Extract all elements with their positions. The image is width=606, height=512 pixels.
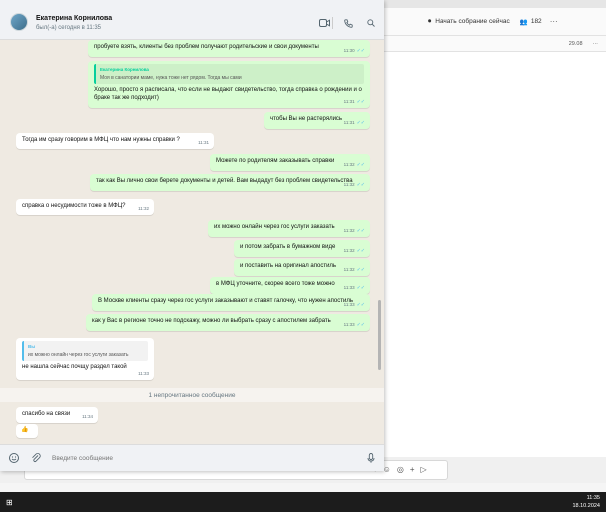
participants-button[interactable]: 👥 182: [520, 18, 542, 26]
search-icon: [367, 19, 375, 27]
message-outgoing[interactable]: В Москве клиенты сразу через гос услуги …: [92, 294, 370, 311]
plus-icon[interactable]: +: [410, 465, 415, 474]
avatar[interactable]: [10, 13, 28, 31]
contact-name[interactable]: Екатерина Корнилова: [36, 15, 112, 22]
background-titlebar: [384, 0, 606, 8]
message-outgoing[interactable]: пробуете взять, клиенты без проблем полу…: [88, 40, 370, 57]
message-meta: 11:33 ✓✓: [343, 285, 365, 291]
message-outgoing[interactable]: в МФЦ уточните, скорее всего тоже можно …: [210, 277, 370, 294]
people-icon: 👥: [519, 18, 528, 26]
whatsapp-window: Екатерина Корнилова был(-а) сегодня в 11…: [0, 0, 384, 471]
header-separator: [332, 17, 333, 29]
message-meta: 11:32 ✓✓: [343, 162, 365, 168]
chat-header[interactable]: Екатерина Корнилова был(-а) сегодня в 11…: [0, 0, 384, 40]
composer-bar: [0, 444, 384, 471]
message-meta: 11:31 ✓✓: [343, 120, 365, 126]
message-input[interactable]: [52, 451, 352, 466]
message-meta: 11:31 ✓✓: [343, 99, 365, 105]
read-ticks-icon: ✓✓: [356, 248, 365, 254]
message-outgoing[interactable]: чтобы Вы не растерялись 11:31 ✓✓: [264, 112, 370, 129]
message-incoming[interactable]: Вы их можно онлайн через гос услуги зака…: [16, 338, 154, 380]
meet-now-icon: ⏺: [428, 17, 432, 25]
taskbar-clock[interactable]: 11:35 18.10.2024: [572, 494, 600, 510]
loop-icon[interactable]: ◎: [397, 465, 404, 474]
message-outgoing[interactable]: и поставить на оригинал апостиль 11:32 ✓✓: [234, 259, 370, 276]
message-outgoing[interactable]: Можете по родителям заказывать справки 1…: [210, 154, 370, 171]
message-incoming[interactable]: Тогда им сразу говорим в МФЦ что нам нуж…: [16, 133, 214, 149]
more-icon[interactable]: ···: [593, 41, 599, 47]
message-meta: 11:33 ✓✓: [343, 302, 365, 308]
search-button[interactable]: [363, 16, 379, 30]
message-outgoing[interactable]: Екатерина Корнилова Моя в санатории маме…: [88, 61, 370, 108]
taskbar: ⊞ 11:35 18.10.2024: [0, 492, 606, 512]
microphone-icon: [367, 453, 375, 463]
message-incoming-emoji[interactable]: 👍: [16, 424, 38, 438]
message-meta: 11:33: [138, 371, 149, 376]
read-ticks-icon: ✓✓: [356, 267, 365, 273]
message-meta: 11:34: [82, 414, 93, 419]
read-ticks-icon: ✓✓: [356, 162, 365, 168]
background-message-row: 29.08 ···: [384, 36, 606, 52]
message-meta: 11:32: [138, 206, 149, 211]
quoted-message[interactable]: Вы их можно онлайн через гос услуги зака…: [22, 341, 148, 361]
video-icon: [318, 19, 330, 27]
message-meta: 11:32 ✓✓: [343, 182, 365, 188]
contact-status: был(-а) сегодня в 11:35: [36, 25, 102, 31]
read-ticks-icon: ✓✓: [356, 182, 365, 188]
read-ticks-icon: ✓✓: [356, 120, 365, 126]
read-ticks-icon: ✓✓: [356, 48, 365, 54]
video-call-button[interactable]: [316, 16, 332, 30]
read-ticks-icon: ✓✓: [356, 285, 365, 291]
read-ticks-icon: ✓✓: [356, 99, 365, 105]
start-icon[interactable]: ⊞: [6, 498, 13, 507]
message-meta: 11:32 ✓✓: [343, 267, 365, 273]
send-icon[interactable]: ▷: [421, 465, 427, 474]
message-outgoing[interactable]: и потом забрать в бумажном виде 11:32 ✓✓: [234, 240, 370, 257]
message-meta: 11:32 ✓✓: [343, 248, 365, 254]
voice-call-button[interactable]: [340, 16, 356, 30]
message-meta: 11:33 ✓✓: [343, 322, 365, 328]
background-content: [384, 52, 606, 457]
background-chat-header: ⏺ Начать собрание сейчас 👥 182 ···: [384, 8, 606, 36]
message-meta: 11:31: [198, 140, 209, 145]
message-outgoing[interactable]: так как Вы лично свои берете документы и…: [90, 174, 370, 191]
message-incoming[interactable]: справка о несудимости тоже в МФЦ? 11:32: [16, 199, 154, 215]
scrollbar[interactable]: [378, 300, 381, 370]
read-ticks-icon: ✓✓: [356, 302, 365, 308]
message-outgoing[interactable]: как у Вас в регионе точно не подскажу, м…: [86, 314, 370, 331]
message-meta: 11:32 ✓✓: [343, 228, 365, 234]
smiley-icon: [9, 453, 19, 463]
phone-icon: [343, 18, 353, 28]
message-list[interactable]: пробуете взять, клиенты без проблем полу…: [0, 40, 384, 444]
meet-now-button[interactable]: ⏺ Начать собрание сейчас: [428, 18, 510, 26]
message-meta: 11:30 ✓✓: [343, 48, 365, 54]
unread-divider: 1 непрочитанное сообщение: [0, 388, 384, 402]
read-ticks-icon: ✓✓: [356, 322, 365, 328]
microphone-button[interactable]: [365, 452, 377, 464]
message-incoming[interactable]: спасибо на связи 11:34: [16, 407, 98, 423]
message-outgoing[interactable]: их можно онлайн через гос услуги заказат…: [208, 220, 370, 237]
attach-button[interactable]: [30, 452, 42, 464]
paperclip-icon: [32, 453, 41, 463]
read-ticks-icon: ✓✓: [356, 228, 365, 234]
more-options-icon[interactable]: ···: [550, 17, 558, 26]
emoji-button[interactable]: [8, 452, 20, 464]
quoted-message[interactable]: Екатерина Корнилова Моя в санатории маме…: [94, 64, 364, 84]
